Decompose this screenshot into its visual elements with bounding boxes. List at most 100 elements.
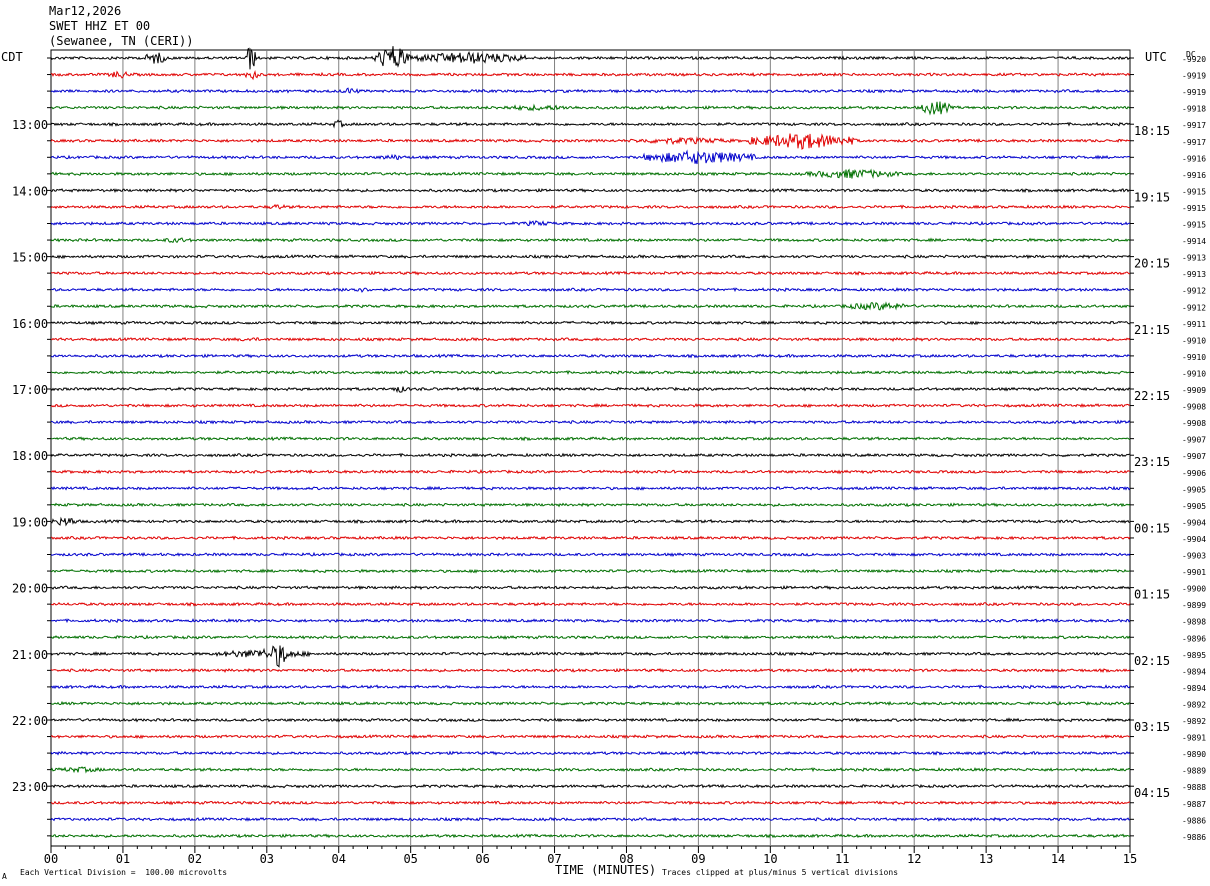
seismic-trace — [50, 287, 1131, 293]
dc-offset-label: -9900 — [1182, 585, 1206, 594]
dc-offset-label: -9898 — [1182, 618, 1206, 627]
dc-offset-label: -9917 — [1182, 138, 1206, 147]
seismic-trace — [50, 101, 1131, 116]
local-hour-label: 20:00 — [12, 582, 48, 596]
dc-offset-label: -9907 — [1182, 452, 1206, 461]
seismic-trace — [50, 419, 1131, 425]
dc-offset-label: -9919 — [1182, 88, 1206, 97]
seismic-trace — [50, 585, 1131, 591]
dc-offset-label: -9910 — [1182, 336, 1206, 345]
seismic-trace — [50, 783, 1131, 789]
seismic-trace — [50, 634, 1131, 640]
seismic-trace — [50, 452, 1130, 458]
x-tick-label: 05 — [403, 852, 417, 866]
utc-hour-label: 19:15 — [1134, 190, 1170, 204]
dc-offset-label: -9887 — [1182, 800, 1206, 809]
dc-offset-label: -9916 — [1182, 171, 1206, 180]
vertical-scale-note: Each Vertical Division = 100.00 microvol… — [20, 868, 228, 877]
clipping-note: Traces clipped at plus/minus 5 vertical … — [662, 868, 899, 877]
dc-offset-label: -9904 — [1182, 518, 1206, 527]
seismic-trace — [50, 645, 1131, 668]
dc-offset-label: -9904 — [1182, 535, 1206, 544]
dc-offset-label: -9901 — [1182, 568, 1206, 577]
dc-offset-label: -9910 — [1182, 369, 1206, 378]
dc-offset-label: -9908 — [1182, 403, 1206, 412]
local-hour-label: 15:00 — [12, 251, 48, 265]
dc-offset-label: -9890 — [1182, 750, 1206, 759]
utc-hour-label: 03:15 — [1134, 720, 1170, 734]
x-tick-label: 04 — [332, 852, 346, 866]
seismic-trace — [50, 733, 1130, 740]
x-tick-label: 06 — [475, 852, 489, 866]
local-hour-label: 16:00 — [12, 317, 48, 331]
seismic-trace — [50, 516, 1131, 527]
dc-offset-label: -9899 — [1182, 601, 1206, 610]
seismic-trace — [50, 353, 1131, 359]
dc-offset-label: -9915 — [1182, 221, 1206, 230]
x-tick-label: 11 — [835, 852, 849, 866]
dc-offset-label: -9915 — [1182, 187, 1206, 196]
corner-mark: A — [2, 872, 7, 881]
dc-offset-label: -9903 — [1182, 552, 1206, 561]
seismic-trace — [50, 468, 1131, 475]
seismic-trace — [50, 133, 1131, 150]
seismic-trace — [50, 800, 1131, 806]
local-hour-label: 19:00 — [12, 515, 48, 529]
dc-offset-label: -9908 — [1182, 419, 1206, 428]
dc-offset-label: -9892 — [1182, 700, 1206, 709]
local-hour-label: 14:00 — [12, 184, 48, 198]
local-hour-label: 13:00 — [12, 118, 48, 132]
local-hour-label: 17:00 — [12, 383, 48, 397]
seismic-trace — [50, 684, 1131, 690]
seismic-trace — [50, 119, 1131, 129]
local-hour-label: 22:00 — [12, 714, 48, 728]
seismic-trace — [50, 568, 1131, 574]
dc-offset-label: -9905 — [1182, 485, 1206, 494]
seismic-trace — [50, 149, 1131, 165]
utc-hour-label: 02:15 — [1134, 654, 1170, 668]
dc-offset-label: -9910 — [1182, 353, 1206, 362]
dc-offset-label: -9892 — [1182, 717, 1206, 726]
dc-offset-label: -9894 — [1182, 667, 1206, 676]
dc-offset-label: -9889 — [1182, 767, 1206, 776]
seismic-trace — [50, 203, 1130, 210]
dc-offset-label: -9913 — [1182, 254, 1206, 263]
x-tick-label: 12 — [907, 852, 921, 866]
dc-offset-label: -9907 — [1182, 436, 1206, 445]
dc-offset-label: -9891 — [1182, 734, 1206, 743]
seismic-trace — [50, 833, 1131, 839]
seismic-trace — [50, 336, 1131, 342]
dc-offset-label: -9886 — [1182, 833, 1206, 842]
seismic-trace — [50, 69, 1131, 81]
helicorder-chart: 00 01 02 03 04 05 06 07 08 09 10 11 12 13 14 15-9920-99… — [12, 46, 1206, 866]
utc-hour-label: 22:15 — [1134, 389, 1170, 403]
dc-offset-label: -9918 — [1182, 105, 1206, 114]
seismic-trace — [50, 402, 1131, 409]
local-hour-label: 21:00 — [12, 648, 48, 662]
dc-offset-label: -9895 — [1182, 651, 1206, 660]
seismic-trace — [50, 220, 1131, 227]
seismic-trace — [50, 485, 1131, 491]
seismic-trace — [50, 386, 1131, 394]
dc-offset-label: -9911 — [1182, 320, 1206, 329]
x-tick-label: 09 — [691, 852, 705, 866]
utc-hour-label: 20:15 — [1134, 257, 1170, 271]
seismic-trace — [50, 667, 1131, 674]
seismic-trace — [50, 301, 1131, 311]
seismic-trace — [50, 750, 1131, 756]
utc-hour-label: 18:15 — [1134, 124, 1170, 138]
seismic-trace — [50, 816, 1131, 822]
dc-offset-label: -9916 — [1182, 154, 1206, 163]
dc-offset-label: -9909 — [1182, 386, 1206, 395]
seismic-trace — [50, 766, 1131, 774]
dc-offset-label: -9913 — [1182, 270, 1206, 279]
x-tick-label: 13 — [979, 852, 993, 866]
plot-frame — [50, 49, 1131, 847]
seismic-trace — [50, 87, 1131, 94]
seismic-trace — [50, 601, 1131, 607]
x-tick-label: 14 — [1051, 852, 1065, 866]
local-hour-label: 18:00 — [12, 449, 48, 463]
dc-offset-label: -9914 — [1182, 237, 1206, 246]
seismic-trace — [50, 436, 1131, 442]
seismic-trace — [50, 551, 1131, 557]
